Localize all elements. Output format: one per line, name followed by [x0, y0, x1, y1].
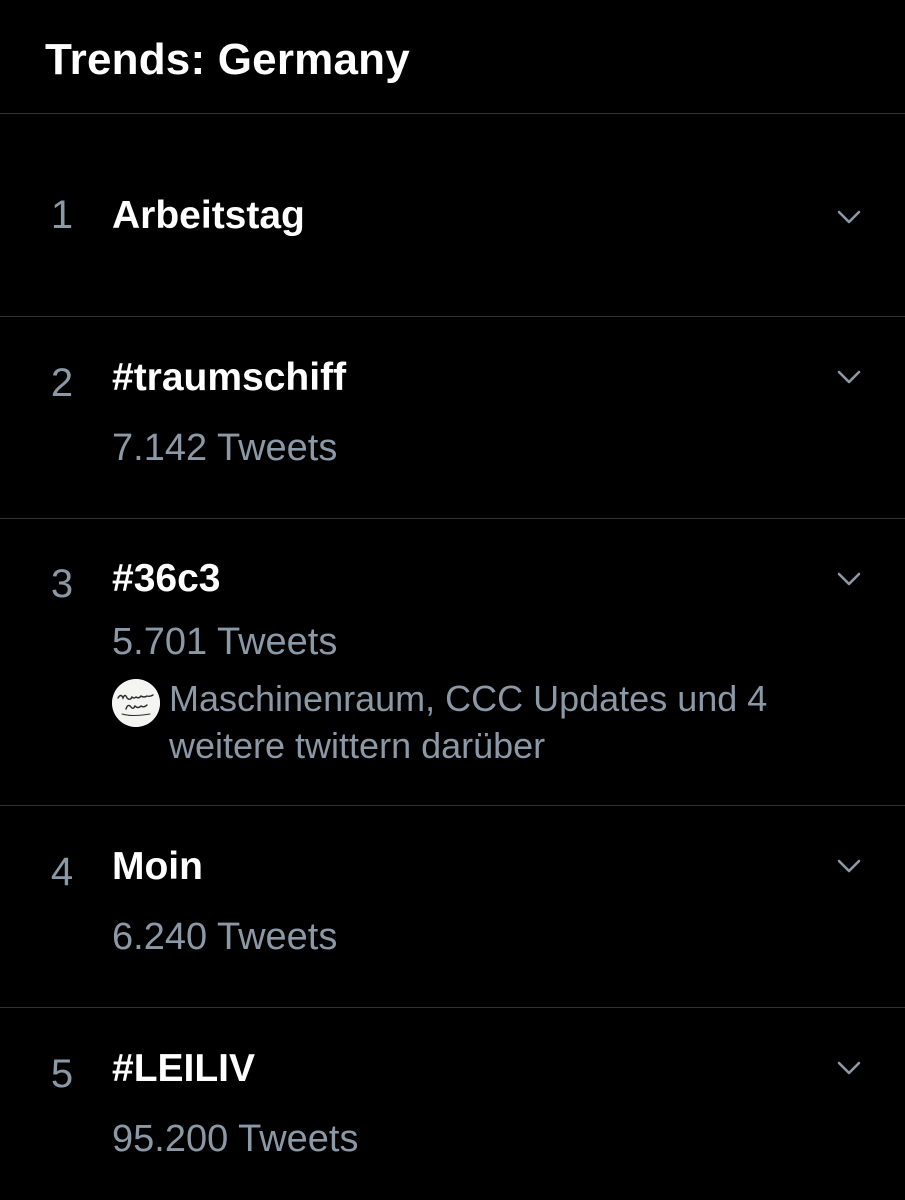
trend-rank: 4: [50, 850, 74, 894]
page-header: Trends: Germany: [0, 0, 905, 114]
chevron-down-icon[interactable]: [834, 564, 864, 594]
trend-rank: 5: [50, 1052, 74, 1096]
tweet-count: 7.142 Tweets: [112, 427, 338, 469]
page-title: Trends: Germany: [45, 35, 410, 84]
tweet-count: 5.701 Tweets: [112, 621, 338, 663]
context-line-1: Maschinenraum, CCC Updates und 4: [169, 678, 768, 719]
trend-name: Arbeitstag: [112, 194, 305, 237]
trend-rank: 1: [50, 193, 74, 237]
avatar[interactable]: [112, 679, 160, 727]
trend-name: #36c3: [112, 557, 221, 600]
trend-name: #traumschiff: [112, 356, 347, 399]
trend-item-2[interactable]: 2 #traumschiff 7.142 Tweets: [0, 317, 905, 519]
chevron-down-icon[interactable]: [834, 202, 864, 232]
context-line-2: weitere twittern darüber: [169, 725, 546, 766]
trend-item-4[interactable]: 4 Moin 6.240 Tweets: [0, 806, 905, 1008]
chevron-down-icon[interactable]: [834, 362, 864, 392]
chevron-down-icon[interactable]: [834, 851, 864, 881]
tweet-count: 95.200 Tweets: [112, 1118, 359, 1160]
trend-item-5[interactable]: 5 #LEILIV 95.200 Tweets: [0, 1008, 905, 1200]
trend-rank: 3: [50, 562, 74, 606]
trend-context: Maschinenraum, CCC Updates und 4 weitere…: [112, 675, 852, 775]
trend-name: Moin: [112, 845, 203, 888]
chevron-down-icon[interactable]: [834, 1053, 864, 1083]
trend-item-1[interactable]: 1 Arbeitstag: [0, 114, 905, 317]
tweet-count: 6.240 Tweets: [112, 916, 338, 958]
trend-rank: 2: [50, 361, 74, 405]
context-text: Maschinenraum, CCC Updates und 4 weitere…: [169, 675, 849, 769]
trend-name: #LEILIV: [112, 1047, 256, 1090]
trend-item-3[interactable]: 3 #36c3 5.701 Tweets Maschinenraum, CCC …: [0, 519, 905, 806]
